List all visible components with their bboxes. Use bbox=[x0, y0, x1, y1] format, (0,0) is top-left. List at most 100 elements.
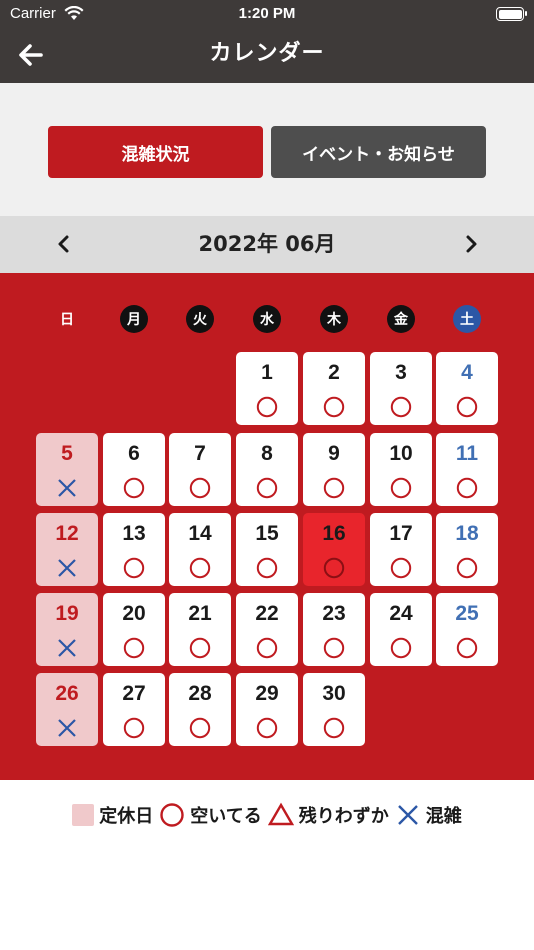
day-number: 24 bbox=[389, 602, 413, 625]
calendar-day-cell[interactable]: 4 bbox=[436, 352, 498, 425]
clock: 1:20 PM bbox=[238, 5, 296, 22]
weekday-header: 日 bbox=[60, 312, 74, 328]
calendar-day-cell[interactable]: 15 bbox=[236, 513, 298, 586]
day-number: 5 bbox=[61, 442, 73, 465]
calendar-day-cell[interactable]: 12 bbox=[36, 513, 98, 586]
circle-icon bbox=[323, 477, 345, 499]
circle-icon bbox=[189, 637, 211, 659]
calendar-day-cell[interactable]: 5 bbox=[36, 433, 98, 506]
calendar-day-cell[interactable]: 7 bbox=[169, 433, 231, 506]
day-number: 28 bbox=[188, 682, 212, 705]
day-number: 2 bbox=[328, 361, 340, 384]
calendar-grid: 日月火水木金土 1 2 3 4 5 6 7 8 9 10 11 12 13 14 15 16 17 18 19 20 21… bbox=[0, 273, 534, 780]
calendar-day-cell[interactable]: 30 bbox=[303, 673, 365, 746]
circle-icon bbox=[256, 396, 278, 418]
circle-icon bbox=[390, 557, 412, 579]
circle-icon bbox=[256, 477, 278, 499]
calendar-day-cell[interactable]: 29 bbox=[236, 673, 298, 746]
weekday-header: 木 bbox=[320, 305, 348, 333]
circle-icon bbox=[323, 637, 345, 659]
calendar-day-cell[interactable]: 23 bbox=[303, 593, 365, 666]
legend-closed: 定休日 bbox=[72, 802, 153, 828]
day-number: 30 bbox=[322, 682, 346, 705]
legend-empty: 空いてる bbox=[159, 802, 262, 828]
calendar-day-cell[interactable]: 18 bbox=[436, 513, 498, 586]
cross-icon bbox=[56, 477, 78, 499]
day-number: 4 bbox=[461, 361, 473, 384]
weekday-header: 火 bbox=[186, 305, 214, 333]
circle-icon bbox=[189, 477, 211, 499]
calendar-day-cell[interactable]: 25 bbox=[436, 593, 498, 666]
calendar-day-cell[interactable]: 20 bbox=[103, 593, 165, 666]
circle-icon bbox=[123, 557, 145, 579]
segment-control: 混雑状況 イベント・お知らせ bbox=[0, 83, 534, 216]
calendar-day-cell[interactable]: 16 bbox=[303, 513, 365, 586]
weekday-header: 月 bbox=[120, 305, 148, 333]
day-number: 11 bbox=[455, 442, 479, 465]
calendar-day-cell[interactable]: 11 bbox=[436, 433, 498, 506]
weekday-header: 水 bbox=[253, 305, 281, 333]
calendar-day-cell[interactable]: 1 bbox=[236, 352, 298, 425]
day-number: 1 bbox=[261, 361, 273, 384]
circle-icon bbox=[456, 557, 478, 579]
status-bar: Carrier 1:20 PM bbox=[0, 0, 534, 30]
calendar-day-cell[interactable]: 10 bbox=[370, 433, 432, 506]
calendar-day-cell[interactable]: 8 bbox=[236, 433, 298, 506]
legend-crowded-label: 混雑 bbox=[425, 806, 462, 827]
tab-congestion[interactable]: 混雑状況 bbox=[48, 126, 263, 178]
page-title: カレンダー bbox=[209, 41, 325, 66]
circle-icon bbox=[456, 396, 478, 418]
triangle-icon bbox=[267, 802, 294, 826]
day-number: 3 bbox=[395, 361, 407, 384]
circle-icon bbox=[390, 477, 412, 499]
weekday-header: 金 bbox=[387, 305, 415, 333]
circle-icon bbox=[160, 803, 184, 827]
calendar-day-cell[interactable]: 14 bbox=[169, 513, 231, 586]
day-number: 26 bbox=[55, 682, 79, 705]
calendar-day-cell[interactable]: 6 bbox=[103, 433, 165, 506]
day-number: 21 bbox=[188, 602, 212, 625]
calendar-day-cell[interactable]: 13 bbox=[103, 513, 165, 586]
day-number: 9 bbox=[328, 442, 340, 465]
circle-icon bbox=[189, 557, 211, 579]
day-number: 17 bbox=[389, 522, 413, 545]
day-number: 20 bbox=[122, 602, 146, 625]
legend-closed-label: 定休日 bbox=[99, 806, 154, 827]
day-number: 7 bbox=[194, 442, 206, 465]
calendar-day-cell[interactable]: 9 bbox=[303, 433, 365, 506]
circle-icon bbox=[256, 637, 278, 659]
legend-empty-label: 空いてる bbox=[190, 806, 262, 827]
cross-icon bbox=[56, 557, 78, 579]
cross-icon bbox=[397, 805, 418, 825]
calendar-day-cell[interactable]: 21 bbox=[169, 593, 231, 666]
legend-crowded: 混雑 bbox=[395, 802, 462, 828]
circle-icon bbox=[323, 557, 345, 579]
calendar-day-cell[interactable]: 22 bbox=[236, 593, 298, 666]
day-number: 10 bbox=[389, 442, 413, 465]
calendar-day-cell[interactable]: 19 bbox=[36, 593, 98, 666]
calendar-day-cell[interactable]: 26 bbox=[36, 673, 98, 746]
calendar-day-cell[interactable]: 28 bbox=[169, 673, 231, 746]
day-number: 18 bbox=[455, 522, 479, 545]
weekday-header: 土 bbox=[453, 305, 481, 333]
calendar-day-cell[interactable]: 24 bbox=[370, 593, 432, 666]
day-number: 23 bbox=[322, 602, 346, 625]
battery-icon bbox=[496, 7, 527, 21]
calendar-day-cell[interactable]: 27 bbox=[103, 673, 165, 746]
calendar-day-cell[interactable]: 17 bbox=[370, 513, 432, 586]
month-header: 2022年 06月 bbox=[0, 216, 534, 273]
legend-few: 残りわずか bbox=[267, 802, 389, 828]
calendar-day-cell[interactable]: 3 bbox=[370, 352, 432, 425]
circle-icon bbox=[390, 637, 412, 659]
day-number: 19 bbox=[55, 602, 79, 625]
cross-icon bbox=[56, 717, 78, 739]
tab-events-news[interactable]: イベント・お知らせ bbox=[271, 126, 486, 178]
day-number: 13 bbox=[122, 522, 146, 545]
legend-few-label: 残りわずか bbox=[298, 806, 389, 827]
chevron-right-icon[interactable] bbox=[457, 230, 485, 258]
circle-icon bbox=[123, 477, 145, 499]
circle-icon bbox=[323, 396, 345, 418]
circle-icon bbox=[123, 717, 145, 739]
circle-icon bbox=[256, 557, 278, 579]
calendar-day-cell[interactable]: 2 bbox=[303, 352, 365, 425]
